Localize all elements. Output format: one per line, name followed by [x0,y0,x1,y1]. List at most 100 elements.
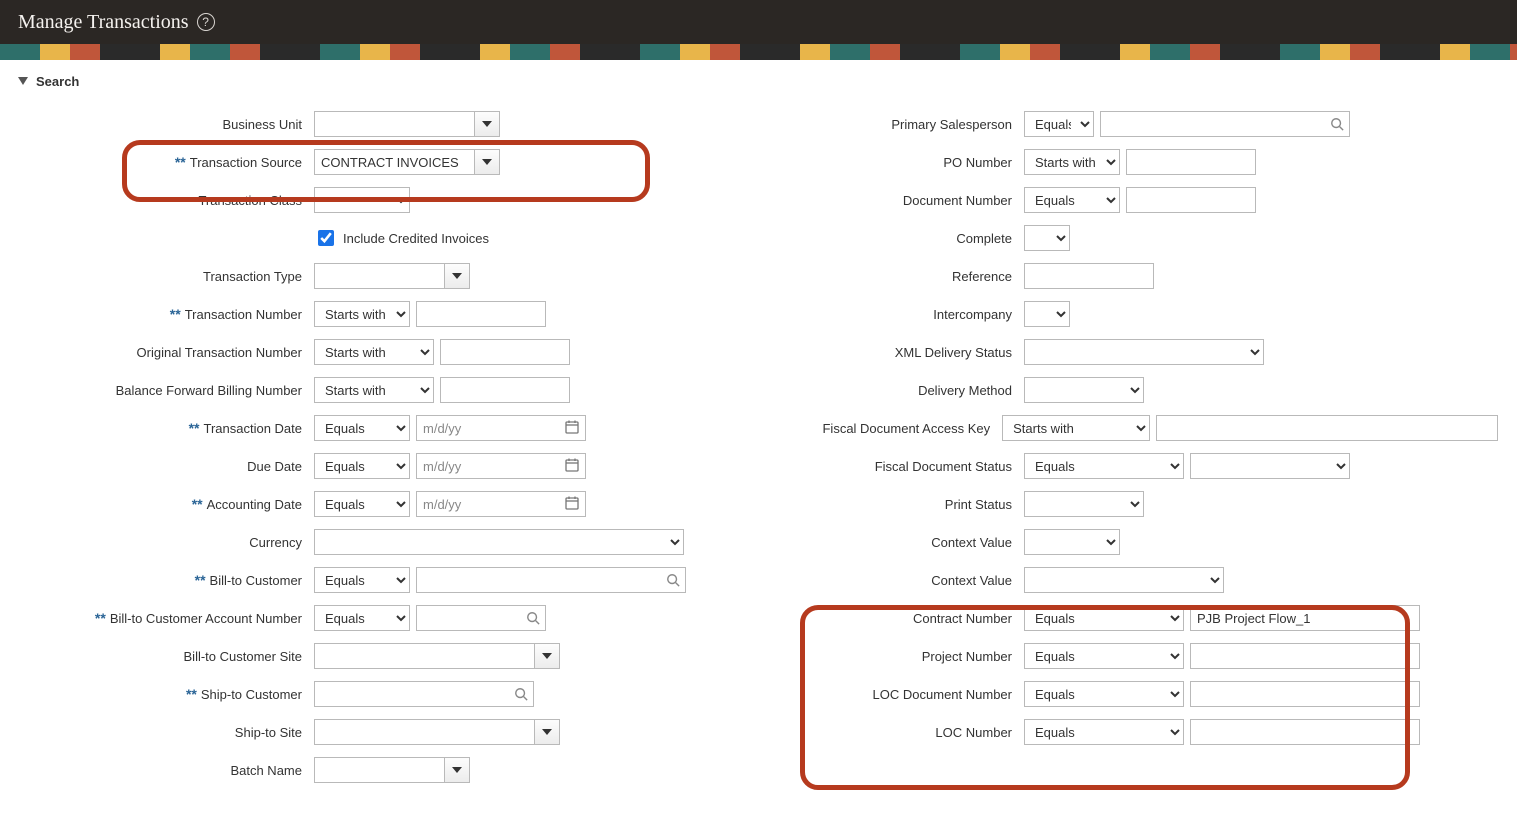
transaction-class-select[interactable] [314,187,410,213]
transaction-type-input[interactable] [314,263,444,289]
label-transaction-source: Transaction Source [190,155,302,170]
transaction-source-input[interactable] [314,149,474,175]
calendar-icon[interactable] [564,419,580,438]
po-number-input[interactable] [1126,149,1256,175]
currency-select[interactable] [314,529,684,555]
project-number-op[interactable]: Equals [1024,643,1184,669]
label-primary-salesperson: Primary Salesperson [738,117,1018,132]
required-mark: ** [189,420,200,436]
row-context-value-2: Context Value [738,561,1498,599]
accounting-date-op[interactable]: Equals [314,491,410,517]
label-bill-to-customer: Bill-to Customer [210,573,302,588]
original-txn-number-op[interactable]: Starts with [314,339,434,365]
label-transaction-date: Transaction Date [203,421,302,436]
label-transaction-type: Transaction Type [18,269,308,284]
row-include-credited: Include Credited Invoices [18,219,698,257]
label-po-number: PO Number [738,155,1018,170]
bill-to-customer-input[interactable] [416,567,686,593]
transaction-number-op[interactable]: Starts with [314,301,410,327]
row-fiscal-status: Fiscal Document Status Equals [738,447,1498,485]
label-fiscal-status: Fiscal Document Status [738,459,1018,474]
label-reference: Reference [738,269,1018,284]
business-unit-input[interactable] [314,111,474,137]
accounting-date-input[interactable] [416,491,586,517]
fiscal-access-key-input[interactable] [1156,415,1498,441]
label-due-date: Due Date [18,459,308,474]
calendar-icon[interactable] [564,495,580,514]
page-header: Manage Transactions ? [0,0,1517,44]
row-loc-doc-number: LOC Document Number Equals [738,675,1498,713]
bill-to-acct-op[interactable]: Equals [314,605,410,631]
row-loc-number: LOC Number Equals [738,713,1498,751]
row-bill-to-site: Bill-to Customer Site [18,637,698,675]
print-status-select[interactable] [1024,491,1144,517]
row-contract-number: Contract Number Equals [738,599,1498,637]
label-loc-number: LOC Number [738,725,1018,740]
due-date-op[interactable]: Equals [314,453,410,479]
loc-number-input[interactable] [1190,719,1420,745]
row-po-number: PO Number Starts with [738,143,1498,181]
document-number-op[interactable]: Equals [1024,187,1120,213]
reference-input[interactable] [1024,263,1154,289]
decorative-strip [0,44,1517,62]
label-original-txn-number: Original Transaction Number [18,345,308,360]
due-date-input[interactable] [416,453,586,479]
delivery-method-select[interactable] [1024,377,1144,403]
loc-number-op[interactable]: Equals [1024,719,1184,745]
balance-fwd-op[interactable]: Starts with [314,377,434,403]
loc-doc-number-input[interactable] [1190,681,1420,707]
label-currency: Currency [18,535,308,550]
transaction-type-lov-button[interactable] [444,263,470,289]
balance-fwd-input[interactable] [440,377,570,403]
transaction-date-op[interactable]: Equals [314,415,410,441]
row-transaction-class: Transaction Class [18,181,698,219]
ship-to-site-input[interactable] [314,719,534,745]
calendar-icon[interactable] [564,457,580,476]
search-heading: Search [36,74,79,89]
primary-salesperson-op[interactable]: Equals [1024,111,1094,137]
ship-to-site-lov-button[interactable] [534,719,560,745]
help-icon[interactable]: ? [197,13,215,31]
label-batch-name: Batch Name [18,763,308,778]
context-value-2-select[interactable] [1024,567,1224,593]
business-unit-lov-button[interactable] [474,111,500,137]
project-number-input[interactable] [1190,643,1420,669]
bill-to-acct-input[interactable] [416,605,546,631]
contract-number-op[interactable]: Equals [1024,605,1184,631]
transaction-source-lov-button[interactable] [474,149,500,175]
label-ship-to-site: Ship-to Site [18,725,308,740]
fiscal-access-key-op[interactable]: Starts with [1002,415,1150,441]
context-value-1-select[interactable] [1024,529,1120,555]
fiscal-status-op[interactable]: Equals [1024,453,1184,479]
search-right-column: Primary Salesperson Equals PO Number Sta… [738,105,1498,751]
row-print-status: Print Status [738,485,1498,523]
search-left-column: Business Unit **Transaction Source Trans… [18,105,698,789]
search-section-header[interactable]: Search [18,74,1499,89]
batch-name-input[interactable] [314,757,444,783]
bill-to-site-input[interactable] [314,643,534,669]
document-number-input[interactable] [1126,187,1256,213]
bill-to-site-lov-button[interactable] [534,643,560,669]
label-context-value-2: Context Value [738,573,1018,588]
primary-salesperson-input[interactable] [1100,111,1350,137]
intercompany-select[interactable] [1024,301,1070,327]
ship-to-customer-input[interactable] [314,681,534,707]
original-txn-number-input[interactable] [440,339,570,365]
contract-number-input[interactable] [1190,605,1420,631]
required-mark: ** [186,686,197,702]
row-document-number: Document Number Equals [738,181,1498,219]
chevron-down-icon [452,273,462,279]
batch-name-lov-button[interactable] [444,757,470,783]
transaction-date-input[interactable] [416,415,586,441]
row-delivery-method: Delivery Method [738,371,1498,409]
fiscal-status-select[interactable] [1190,453,1350,479]
po-number-op[interactable]: Starts with [1024,149,1120,175]
complete-select[interactable] [1024,225,1070,251]
transaction-number-input[interactable] [416,301,546,327]
xml-delivery-select[interactable] [1024,339,1264,365]
include-credited-checkbox[interactable] [318,230,334,246]
bill-to-customer-op[interactable]: Equals [314,567,410,593]
loc-doc-number-op[interactable]: Equals [1024,681,1184,707]
row-original-txn-number: Original Transaction Number Starts with [18,333,698,371]
label-bill-to-site: Bill-to Customer Site [18,649,308,664]
